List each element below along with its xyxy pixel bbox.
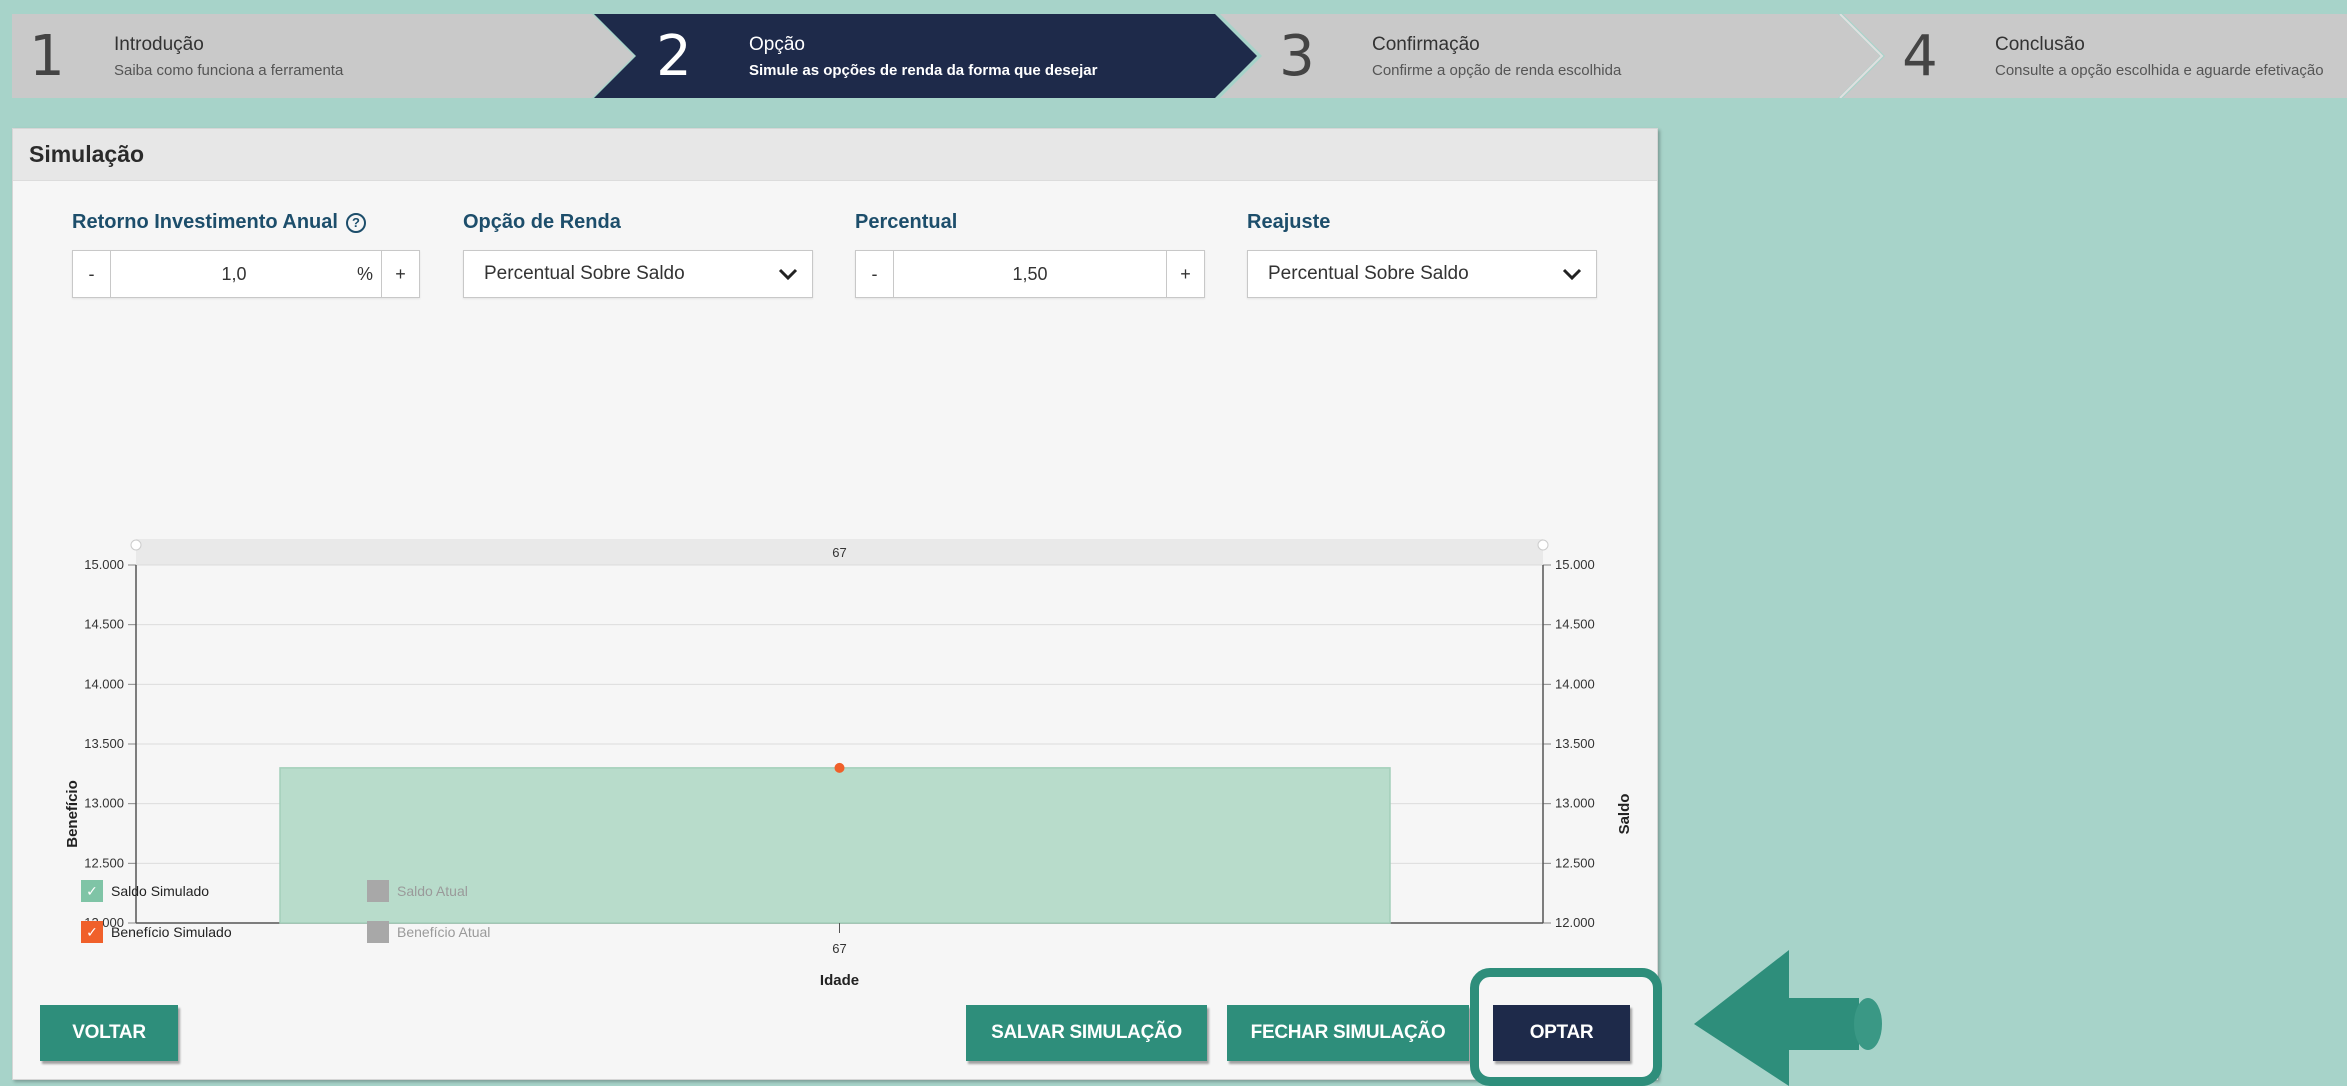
decrement-button[interactable]: - <box>856 251 894 297</box>
check-icon: ✓ <box>81 921 103 943</box>
arrow-left-icon <box>1694 950 1882 1086</box>
select-value: Percentual Sobre Saldo <box>484 263 685 284</box>
panel-title: Simulação <box>29 141 145 167</box>
increment-button[interactable]: + <box>381 251 419 297</box>
legend-saldo-atual[interactable]: Saldo Atual <box>367 880 468 902</box>
progress-stepper: 1 Introdução Saiba como funciona a ferra… <box>12 14 2347 98</box>
checkbox-unchecked-icon <box>367 921 389 943</box>
increment-button[interactable]: + <box>1166 251 1204 297</box>
step-number: 1 <box>29 23 65 89</box>
salvar-simulacao-button[interactable]: SALVAR SIMULAÇÃO <box>966 1005 1207 1061</box>
step-title: Conclusão <box>1995 33 2085 55</box>
legend-label: Saldo Simulado <box>111 883 210 899</box>
percent-unit: % <box>356 263 373 284</box>
panel-header: Simulação <box>13 129 1657 181</box>
step-title: Confirmação <box>1372 33 1480 55</box>
field-label: Percentual <box>855 211 958 233</box>
field-opcao-renda: Opção de Renda Percentual Sobre Saldo <box>463 211 813 298</box>
help-icon[interactable]: ? <box>345 212 366 233</box>
y-tick-label-left: 13.000 <box>84 796 124 811</box>
chevron-down-icon <box>778 268 798 281</box>
select-value: Percentual Sobre Saldo <box>1268 263 1469 284</box>
y-tick-label-right: 14.500 <box>1555 617 1595 632</box>
step-number: 4 <box>1902 23 1938 89</box>
step-subtitle: Confirme a opção de renda escolhida <box>1372 61 1622 79</box>
step-conclusao[interactable]: 4 Conclusão Consulte a opção escolhida e… <box>1885 14 2324 98</box>
percentual-input[interactable] <box>894 251 1166 297</box>
legend-label: Benefício Atual <box>397 924 491 940</box>
voltar-button[interactable]: VOLTAR <box>40 1005 178 1061</box>
x-axis-title: Idade <box>820 972 859 989</box>
field-label: Reajuste <box>1247 211 1331 233</box>
step-number: 2 <box>656 23 692 89</box>
field-percentual: Percentual - + <box>855 211 1205 298</box>
y-tick-label-right: 13.000 <box>1555 796 1595 811</box>
retorno-input[interactable] <box>111 251 357 297</box>
y-tick-label-right: 13.500 <box>1555 736 1595 751</box>
chevron-down-icon <box>1562 268 1582 281</box>
retorno-stepper: - % + <box>72 250 420 298</box>
legend-label: Saldo Atual <box>397 883 468 899</box>
legend-label: Benefício Simulado <box>111 924 232 940</box>
check-icon: ✓ <box>81 880 103 902</box>
step-number: 3 <box>1279 23 1315 89</box>
opcao-renda-select[interactable]: Percentual Sobre Saldo <box>463 250 813 298</box>
y-tick-label-left: 13.500 <box>84 736 124 751</box>
field-label: Opção de Renda <box>463 211 621 233</box>
step-title: Opção <box>749 33 805 55</box>
reajuste-select[interactable]: Percentual Sobre Saldo <box>1247 250 1597 298</box>
step-subtitle: Saiba como funciona a ferramenta <box>114 61 344 79</box>
legend-beneficio-simulado[interactable]: ✓ Benefício Simulado <box>81 921 232 943</box>
y-axis-title-left: Benefício <box>64 780 81 848</box>
navigator-handle-left <box>130 539 142 551</box>
step-title: Introdução <box>114 33 204 55</box>
step-confirmacao[interactable]: 3 Confirmação Confirme a opção de renda … <box>1262 14 1621 98</box>
y-tick-label-right: 14.000 <box>1555 676 1595 691</box>
simulation-chart: 6712.000 12.00012.500 12.50013.000 13.00013… <box>64 539 1633 989</box>
y-tick-label-left: 12.500 <box>84 855 124 870</box>
field-label: Retorno Investimento Anual <box>72 211 338 233</box>
fechar-simulacao-button[interactable]: FECHAR SIMULAÇÃO <box>1227 1005 1469 1061</box>
beneficio-simulado-point <box>834 762 845 773</box>
legend-saldo-simulado[interactable]: ✓ Saldo Simulado <box>81 880 209 902</box>
y-tick-label-left: 15.000 <box>84 557 124 572</box>
y-tick-label-right: 12.500 <box>1555 855 1595 870</box>
field-retorno-investimento: Retorno Investimento Anual ? - % + <box>72 211 420 298</box>
step-subtitle: Consulte a opção escolhida e aguarde efe… <box>1995 61 2324 79</box>
step-opcao[interactable]: 2 Opção Simule as opções de renda da for… <box>639 14 1097 98</box>
checkbox-unchecked-icon <box>367 880 389 902</box>
y-tick-label-right: 12.000 <box>1555 915 1595 930</box>
x-tick-label: 67 <box>832 941 846 956</box>
y-tick-label-right: 15.000 <box>1555 557 1595 572</box>
percentual-stepper: - + <box>855 250 1205 298</box>
step-introducao[interactable]: 1 Introdução Saiba como funciona a ferra… <box>12 14 343 98</box>
navigator-handle-right <box>1537 539 1549 551</box>
simulation-panel: Simulação Retorno Investimento Anual ? -… <box>12 128 1658 1080</box>
optar-highlight-frame <box>1470 968 1662 1086</box>
field-reajuste: Reajuste Percentual Sobre Saldo <box>1247 211 1597 298</box>
legend-beneficio-atual[interactable]: Benefício Atual <box>367 921 490 943</box>
navigator-label: 67 <box>832 545 846 560</box>
y-tick-label-left: 14.500 <box>84 617 124 632</box>
y-tick-label-left: 14.000 <box>84 676 124 691</box>
y-axis-title-right: Saldo <box>1616 794 1633 835</box>
decrement-button[interactable]: - <box>73 251 111 297</box>
step-subtitle: Simule as opções de renda da forma que d… <box>749 61 1098 79</box>
